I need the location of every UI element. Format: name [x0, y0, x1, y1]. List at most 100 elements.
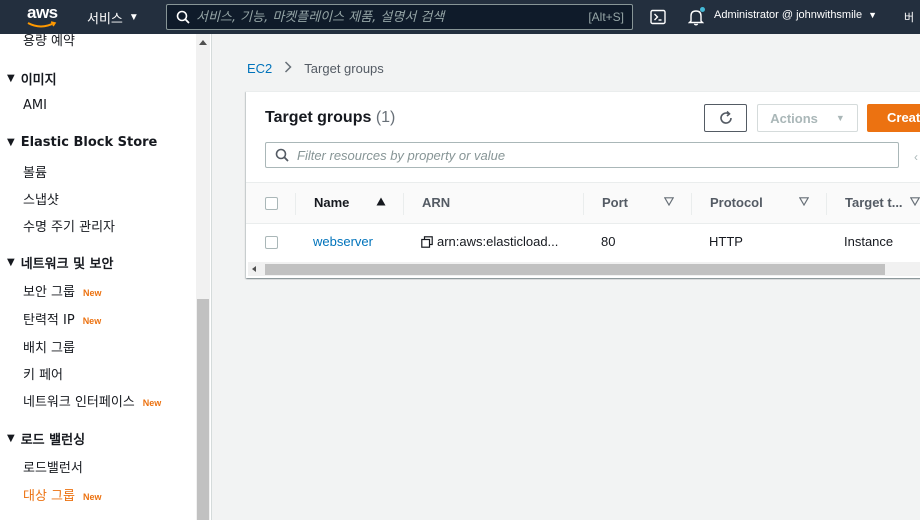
- global-search[interactable]: [Alt+S]: [166, 4, 633, 30]
- sort-ascending-icon[interactable]: [376, 197, 386, 206]
- table-header: Name ARN Port Protocol Target t...: [246, 182, 920, 224]
- column-header-arn[interactable]: ARN: [422, 195, 450, 210]
- sidebar-item-9[interactable]: 탄력적 IP New: [23, 309, 101, 328]
- sidebar-item-14[interactable]: 로드밸런서: [23, 457, 83, 476]
- sidebar-item-label: 보안 그룹: [23, 285, 75, 300]
- top-navigation: aws 서비스 ▼ [Alt+S] Administrator @ johnwi…: [0, 0, 920, 34]
- sidebar-item-8[interactable]: 보안 그룹 New: [23, 281, 102, 300]
- sidebar-item-6[interactable]: 수명 주기 관리자: [23, 216, 115, 235]
- column-header-port[interactable]: Port: [602, 195, 628, 210]
- create-label: Create target group: [887, 110, 920, 125]
- port-value: 80: [601, 234, 616, 249]
- sidebar-item-15[interactable]: 대상 그룹 New: [23, 485, 102, 504]
- sidebar-item-11[interactable]: 키 페어: [23, 364, 63, 383]
- services-menu-button[interactable]: 서비스 ▼: [87, 8, 139, 27]
- caret-down-icon: ▼: [7, 73, 15, 84]
- sidebar-section-3[interactable]: ▼ Elastic Block Store: [7, 135, 157, 150]
- actions-label: Actions: [770, 110, 818, 126]
- sort-icon[interactable]: [799, 197, 809, 206]
- sidebar-section-1[interactable]: ▼ 이미지: [7, 69, 57, 88]
- aws-logo-text: aws: [27, 3, 58, 22]
- cloudshell-icon[interactable]: [650, 9, 666, 25]
- table-horizontal-scrollbar[interactable]: [248, 262, 920, 276]
- sidebar-item-2[interactable]: AMI: [23, 98, 47, 113]
- sidebar-item-label: 수명 주기 관리자: [23, 220, 115, 235]
- sidebar-item-label: 용량 예약: [23, 34, 75, 49]
- refresh-button[interactable]: [704, 104, 747, 132]
- sidebar-item-10[interactable]: 배치 그룹: [23, 337, 75, 356]
- sidebar-section-label: 로드 밸런싱: [20, 433, 86, 448]
- column-divider: [826, 193, 827, 215]
- caret-down-icon: ▼: [7, 137, 15, 148]
- filter-box[interactable]: [265, 142, 899, 168]
- row-checkbox[interactable]: [265, 236, 278, 249]
- sidebar-item-label: 네트워크 인터페이스: [23, 395, 135, 410]
- breadcrumb-ec2-link[interactable]: EC2: [247, 61, 272, 76]
- search-input[interactable]: [196, 9, 589, 25]
- sidebar-item-label: 배치 그룹: [23, 341, 75, 356]
- chevron-right-icon: [284, 60, 292, 76]
- pagination-prev-icon[interactable]: ‹: [914, 150, 918, 164]
- sidebar-section-7[interactable]: ▼ 네트워크 및 보안: [7, 253, 113, 272]
- caret-down-icon: ▼: [7, 433, 15, 444]
- account-label: Administrator @ johnwithsmile: [714, 9, 863, 21]
- caret-down-icon: ▼: [128, 11, 139, 23]
- new-badge: New: [142, 398, 162, 408]
- scroll-left-arrow-icon[interactable]: [252, 266, 256, 272]
- sort-icon[interactable]: [910, 197, 920, 206]
- services-label: 서비스: [87, 10, 123, 26]
- caret-down-icon: ▼: [7, 257, 15, 268]
- search-icon: [176, 10, 190, 24]
- filter-input[interactable]: [297, 147, 898, 163]
- sidebar-section-13[interactable]: ▼ 로드 밸런싱: [7, 429, 85, 448]
- sidebar: 용량 예약 ▼ 이미지 AMI ▼ Elastic Block Store 볼륨스냅샷수명 …: [0, 34, 212, 520]
- breadcrumb: EC2 Target groups: [247, 60, 384, 76]
- sidebar-section-label: 이미지: [20, 73, 57, 88]
- region-menu-button[interactable]: 버: [904, 9, 914, 25]
- breadcrumb-current: Target groups: [304, 60, 384, 76]
- actions-button[interactable]: Actions ▼: [757, 104, 858, 132]
- copy-icon[interactable]: [421, 235, 433, 248]
- column-header-target-type[interactable]: Target t...: [845, 195, 903, 210]
- arn-value: arn:aws:elasticload...: [437, 234, 559, 249]
- search-icon: [275, 148, 289, 162]
- target-groups-panel: Target groups (1) Actions ▼ Create targe…: [246, 91, 920, 278]
- sidebar-scrollbar[interactable]: [196, 34, 210, 520]
- nav-icons: [650, 7, 705, 26]
- target-group-name-link[interactable]: webserver: [313, 234, 373, 249]
- scroll-up-arrow-icon[interactable]: [199, 40, 207, 45]
- caret-down-icon: ▼: [868, 10, 878, 20]
- aws-logo[interactable]: aws: [0, 0, 70, 34]
- column-divider: [403, 193, 404, 215]
- sidebar-item-5[interactable]: 스냅샷: [23, 189, 59, 208]
- account-menu-button[interactable]: Administrator @ johnwithsmile ▼: [714, 9, 877, 21]
- search-shortcut: [Alt+S]: [588, 10, 624, 24]
- scrollbar-thumb[interactable]: [197, 299, 209, 520]
- arn-cell: arn:aws:elasticload...: [421, 234, 558, 251]
- column-header-name[interactable]: Name: [314, 195, 349, 210]
- sort-icon[interactable]: [664, 197, 674, 206]
- sidebar-item-label: 대상 그룹: [23, 489, 75, 504]
- sidebar-item-12[interactable]: 네트워크 인터페이스 New: [23, 391, 161, 410]
- panel-title-text: Target groups: [265, 109, 372, 126]
- new-badge: New: [82, 316, 102, 326]
- column-divider: [295, 193, 296, 215]
- protocol-value: HTTP: [709, 234, 743, 249]
- sidebar-item-0[interactable]: 용량 예약: [23, 34, 75, 49]
- refresh-icon: [719, 110, 732, 124]
- panel-count: (1): [375, 109, 396, 126]
- notifications-bell-icon[interactable]: [687, 7, 705, 26]
- table-row[interactable]: webserver arn:aws:elasticload... 80 HTTP…: [246, 224, 920, 260]
- column-header-protocol[interactable]: Protocol: [710, 195, 763, 210]
- sidebar-item-label: 탄력적 IP: [23, 313, 75, 328]
- create-target-group-button[interactable]: Create target group: [867, 104, 920, 132]
- select-all-checkbox[interactable]: [265, 197, 278, 210]
- caret-down-icon: ▼: [835, 113, 845, 123]
- horizontal-scrollbar-thumb[interactable]: [265, 264, 885, 275]
- sidebar-item-4[interactable]: 볼륨: [23, 162, 47, 181]
- column-divider: [583, 193, 584, 215]
- sidebar-item-label: 로드밸런서: [23, 461, 83, 476]
- sidebar-section-label: 네트워크 및 보안: [20, 257, 114, 272]
- target-type-value: Instance: [844, 234, 894, 249]
- column-divider: [691, 193, 692, 215]
